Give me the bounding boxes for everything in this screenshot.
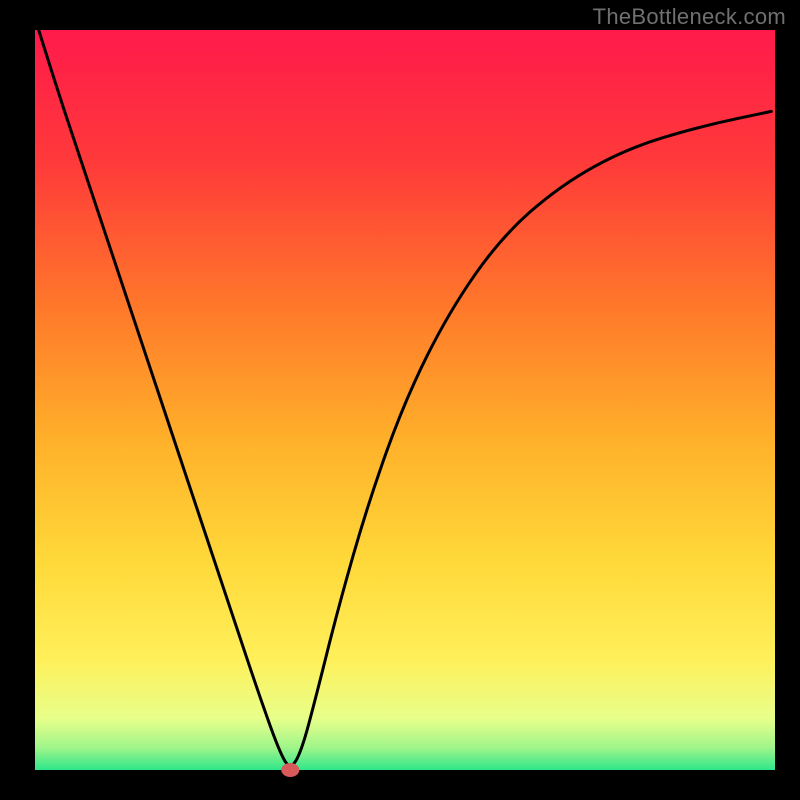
heatmap-background	[35, 30, 775, 770]
optimal-point-marker	[281, 763, 299, 777]
chart-container: TheBottleneck.com	[0, 0, 800, 800]
attribution-label: TheBottleneck.com	[593, 4, 786, 30]
bottleneck-chart	[0, 0, 800, 800]
